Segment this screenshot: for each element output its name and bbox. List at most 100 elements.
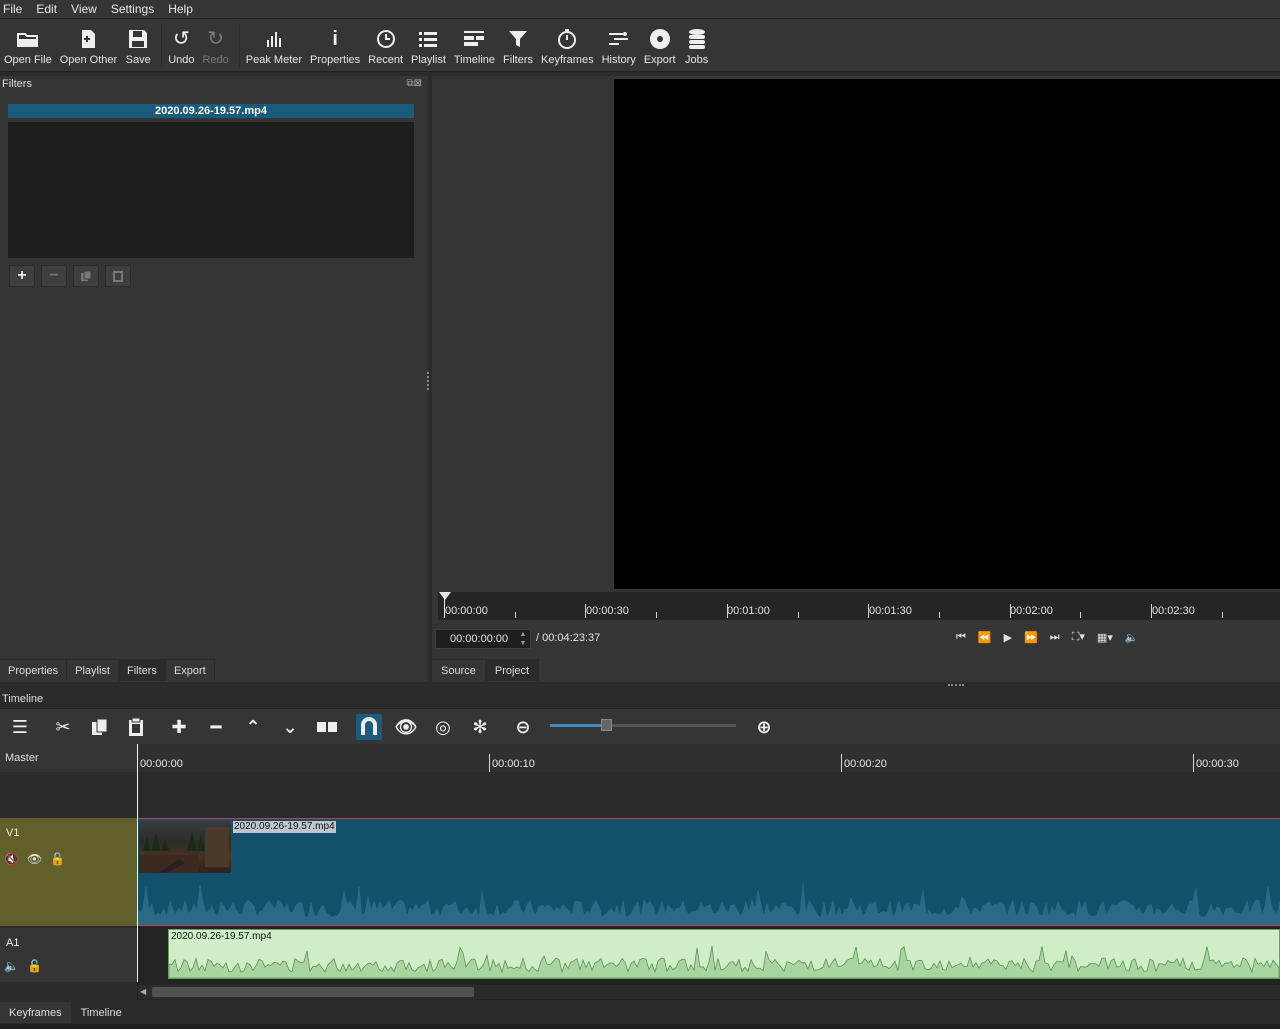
menu-view[interactable]: View — [71, 2, 97, 16]
player-ruler-tick — [585, 604, 587, 618]
zoom-slider-handle[interactable] — [600, 719, 612, 731]
timeline-playhead[interactable] — [137, 744, 138, 982]
menu-bar: File Edit View Settings Help — [0, 0, 1280, 19]
history-button[interactable]: History — [602, 19, 636, 66]
menu-settings[interactable]: Settings — [111, 2, 154, 16]
main-toolbar: Open File Open Other Save ↺ Undo ↻ Redo … — [0, 19, 1280, 72]
grid-icon[interactable]: ▦▾ — [1097, 631, 1113, 644]
dock-float-close-icon[interactable]: ⧉⊠ — [406, 78, 422, 89]
timeline-horizontal-scrollbar[interactable]: ◀ — [138, 985, 1280, 999]
fast-forward-icon[interactable]: ⏩ — [1024, 631, 1038, 644]
redo-button[interactable]: ↻ Redo — [202, 19, 228, 66]
ripple-delete-icon[interactable]: ━ — [203, 714, 229, 740]
track-header-v1[interactable]: V1 🔇 👁 🔓 — [0, 818, 137, 926]
timeline-panel-title: Timeline — [2, 693, 44, 705]
recent-button[interactable]: Recent — [368, 19, 403, 66]
tab-export[interactable]: Export — [165, 659, 215, 681]
ripple-all-icon[interactable]: ✻ — [467, 714, 493, 740]
scrollbar-thumb[interactable] — [152, 987, 474, 997]
horizontal-splitter[interactable] — [948, 684, 964, 686]
unlock-icon[interactable]: 🔓 — [50, 852, 65, 866]
undo-button[interactable]: ↺ Undo — [168, 19, 194, 66]
skip-next-icon[interactable]: ⏭ — [1050, 631, 1060, 644]
tab-filters[interactable]: Filters — [118, 659, 166, 681]
timecode-spinner[interactable]: ▲ ▼ — [517, 630, 529, 648]
player-ruler-tick — [1009, 604, 1011, 618]
player-ruler-tick — [514, 612, 516, 618]
filters-button[interactable]: Filters — [503, 19, 533, 66]
volume-icon[interactable]: 🔈 — [4, 959, 19, 973]
remove-filter-button[interactable]: − — [41, 265, 67, 287]
tab-keyframes[interactable]: Keyframes — [0, 1001, 72, 1023]
open-other-button[interactable]: Open Other — [60, 19, 117, 66]
cut-icon[interactable]: ✂ — [50, 714, 76, 740]
peak-meter-button[interactable]: Peak Meter — [246, 19, 302, 66]
timeline-button[interactable]: Timeline — [454, 19, 495, 66]
master-track-lane — [137, 772, 1280, 818]
track-headers: Master V1 🔇 👁 🔓 A1 🔈 🔓 — [0, 744, 137, 1000]
filter-list[interactable] — [8, 122, 414, 258]
waveform-path — [137, 883, 1280, 925]
add-filter-button[interactable]: + — [9, 265, 35, 287]
track-header-a1[interactable]: A1 🔈 🔓 — [0, 928, 137, 982]
timeline-ruler[interactable]: 00:00:00 00:00:10 00:00:20 00:00:30 — [137, 744, 1280, 772]
master-label: Master — [5, 752, 39, 764]
tab-properties[interactable]: Properties — [0, 659, 68, 681]
copy-icon[interactable] — [87, 714, 113, 740]
tab-source[interactable]: Source — [432, 659, 486, 681]
rewind-icon[interactable]: ⏪ — [978, 631, 992, 644]
skip-previous-icon[interactable]: ⏮ — [956, 631, 966, 644]
playlist-button[interactable]: Playlist — [411, 19, 446, 66]
video-preview[interactable] — [614, 79, 1280, 589]
a1-audio-clip[interactable]: 2020.09.26-19.57.mp4 — [168, 929, 1280, 979]
copy-filter-button[interactable] — [73, 265, 99, 287]
paste-icon[interactable] — [123, 714, 149, 740]
zoom-in-icon[interactable]: ⊕ — [751, 714, 777, 740]
scroll-left-icon[interactable]: ◀ — [140, 987, 146, 996]
scrub-eye-icon[interactable]: 👁 — [393, 714, 419, 740]
history-label: History — [601, 54, 636, 66]
menu-help[interactable]: Help — [168, 2, 193, 16]
lift-icon[interactable]: ⌃ — [240, 714, 266, 740]
zoom-out-icon[interactable]: ⊖ — [510, 714, 536, 740]
player-ruler-label: 00:01:00 — [727, 605, 770, 617]
append-icon[interactable]: ✚ — [166, 714, 192, 740]
eye-icon[interactable]: 👁 — [27, 852, 42, 866]
player-ruler[interactable]: 00:00:00 00:00:30 00:01:00 00:01:30 00:0… — [438, 592, 1280, 620]
zoom-fit-icon[interactable]: ⛶▾ — [1072, 630, 1085, 644]
properties-button[interactable]: i Properties — [310, 19, 360, 66]
paste-filter-button[interactable] — [105, 265, 131, 287]
v1-video-clip[interactable]: 2020.09.26-19.57.mp4 — [137, 818, 1280, 926]
filter-clip-name: 2020.09.26-19.57.mp4 — [8, 104, 414, 118]
tab-timeline[interactable]: Timeline — [71, 1001, 132, 1023]
menu-edit[interactable]: Edit — [36, 2, 57, 16]
ripple-target-icon[interactable]: ◎ — [430, 714, 456, 740]
volume-icon[interactable]: 🔈 — [1125, 631, 1139, 644]
timeline-ruler-label: 00:00:20 — [844, 758, 887, 770]
timeline-menu-icon[interactable]: ☰ — [7, 714, 33, 740]
tab-playlist[interactable]: Playlist — [67, 659, 119, 681]
player-ruler-tick — [938, 612, 940, 618]
overwrite-icon[interactable]: ⌄ — [277, 714, 303, 740]
timeline-ruler-tick — [489, 754, 490, 772]
split-icon[interactable] — [314, 714, 340, 740]
export-button[interactable]: Export — [644, 19, 676, 66]
unlock-icon[interactable]: 🔓 — [27, 959, 42, 973]
keyframes-button[interactable]: Keyframes — [541, 19, 594, 66]
copy-icon — [81, 270, 92, 281]
save-button[interactable]: Save — [125, 19, 151, 66]
tab-project[interactable]: Project — [485, 659, 540, 681]
track-header-master[interactable]: Master — [0, 744, 137, 772]
play-icon[interactable]: ▶ — [1004, 631, 1012, 644]
menu-file[interactable]: File — [3, 2, 22, 16]
open-file-button[interactable]: Open File — [4, 19, 52, 66]
vertical-splitter[interactable] — [427, 372, 429, 390]
player-playhead[interactable] — [439, 592, 451, 600]
mute-icon[interactable]: 🔇 — [4, 852, 19, 866]
jobs-button[interactable]: Jobs — [684, 19, 710, 66]
zoom-slider-track[interactable] — [550, 724, 736, 727]
timeline-icon — [461, 26, 487, 52]
timeline-ruler-label: 00:00:10 — [492, 758, 535, 770]
timeline-tracks-area[interactable]: 00:00:00 00:00:10 00:00:20 00:00:30 2020… — [137, 744, 1280, 1000]
snap-magnet-icon[interactable] — [356, 714, 382, 740]
